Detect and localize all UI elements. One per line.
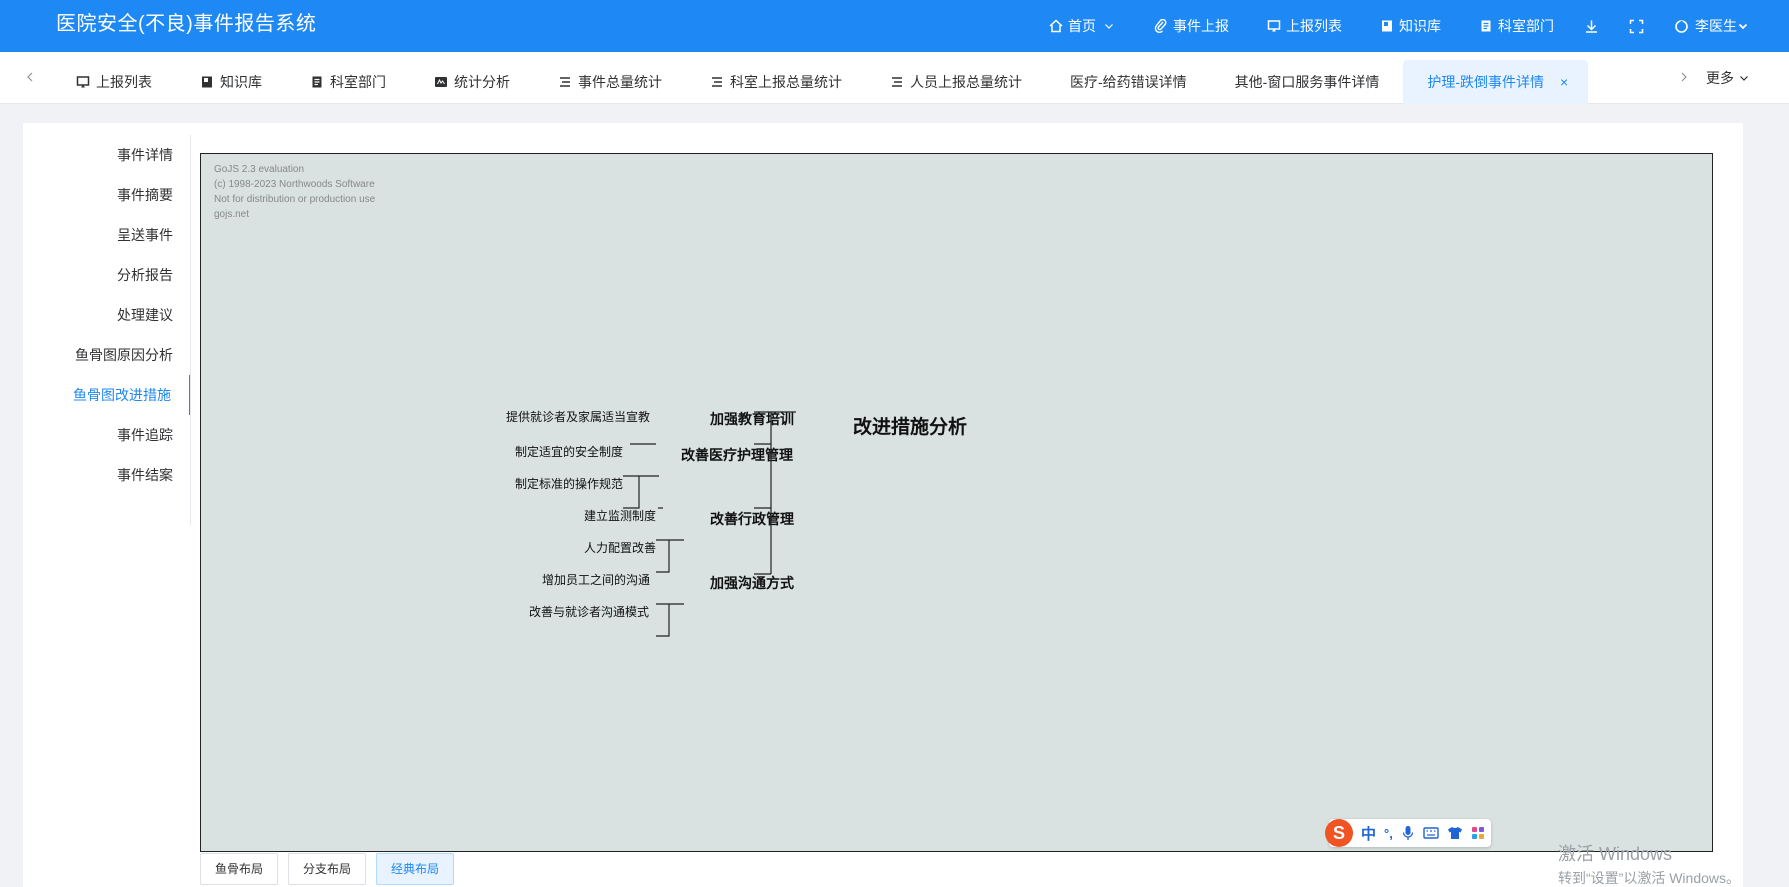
tab-medication-error[interactable]: 医疗-给药错误详情 xyxy=(1046,60,1211,104)
nav-knowledge[interactable]: 知识库 xyxy=(1380,16,1441,36)
sidebar-item-fishbone-cause[interactable]: 鱼骨图原因分析 xyxy=(23,335,191,375)
ime-language[interactable]: 中 xyxy=(1361,823,1376,844)
nav-home[interactable]: 首页 xyxy=(1049,16,1116,36)
nav-report-event-label: 事件上报 xyxy=(1173,18,1229,34)
nav-home-label: 首页 xyxy=(1068,18,1096,34)
branch-layout-button[interactable]: 分支布局 xyxy=(288,853,367,885)
sidebar-item-event-tracking[interactable]: 事件追踪 xyxy=(23,415,191,455)
windows-activation-watermark: 激活 Windows 转到“设置”以激活 Windows。 xyxy=(1558,844,1740,887)
nav-report-list[interactable]: 上报列表 xyxy=(1267,16,1342,36)
document-icon xyxy=(312,76,322,88)
tab-report-list[interactable]: 上报列表 xyxy=(52,60,176,104)
layout-buttons: 鱼骨布局 分支布局 经典布局 xyxy=(200,853,464,885)
user-menu[interactable]: 李医生 xyxy=(1674,16,1749,36)
tab-label: 护理-跌倒事件详情 xyxy=(1427,74,1545,90)
book-icon xyxy=(1382,20,1392,32)
ime-toolbar[interactable]: S 中 °, xyxy=(1325,819,1491,847)
tab-label: 科室部门 xyxy=(330,74,386,90)
paperclip-icon xyxy=(1154,19,1167,33)
app-title: 医院安全(不良)事件报告系统 xyxy=(56,13,317,35)
nav-report-list-label: 上报列表 xyxy=(1286,18,1342,34)
download-icon xyxy=(1586,20,1597,33)
tab-staff-total[interactable]: 人员上报总量统计 xyxy=(866,60,1046,104)
nav-report-event[interactable]: 事件上报 xyxy=(1154,16,1229,36)
document-icon xyxy=(1481,20,1491,32)
tab-fall-event[interactable]: 护理-跌倒事件详情 × xyxy=(1403,60,1589,104)
tabs-scroll-left[interactable] xyxy=(22,69,38,85)
tab-label: 人员上报总量统计 xyxy=(910,74,1022,90)
ime-punctuation[interactable]: °, xyxy=(1384,826,1393,841)
tab-knowledge[interactable]: 知识库 xyxy=(176,60,286,104)
list-icon xyxy=(712,77,722,87)
chart-icon xyxy=(435,77,447,87)
watermark-line: 转到“设置”以激活 Windows。 xyxy=(1558,870,1741,886)
tab-close-icon[interactable]: × xyxy=(1560,74,1568,90)
tab-statistics[interactable]: 统计分析 xyxy=(410,60,534,104)
tab-label: 上报列表 xyxy=(96,74,152,90)
chevron-left-icon xyxy=(27,72,33,82)
monitor-icon xyxy=(1267,20,1281,32)
apps-grid-icon[interactable] xyxy=(1471,826,1485,840)
fishbone-layout-button[interactable]: 鱼骨布局 xyxy=(200,853,279,885)
chevron-right-icon xyxy=(1681,72,1687,82)
chevron-down-icon xyxy=(1105,24,1113,29)
detail-sidebar: 事件详情 事件摘要 呈送事件 分析报告 处理建议 鱼骨图原因分析 鱼骨图改进措施… xyxy=(23,135,191,495)
tab-label: 其他-窗口服务事件详情 xyxy=(1234,74,1380,90)
tab-label: 知识库 xyxy=(220,74,262,90)
tab-department[interactable]: 科室部门 xyxy=(286,60,410,104)
nav-knowledge-label: 知识库 xyxy=(1399,18,1441,34)
tab-department-total[interactable]: 科室上报总量统计 xyxy=(686,60,866,104)
tab-label: 科室上报总量统计 xyxy=(730,74,842,90)
home-icon xyxy=(1049,19,1063,33)
tab-event-total[interactable]: 事件总量统计 xyxy=(534,60,686,104)
watermark-line: 激活 Windows xyxy=(1558,844,1673,864)
sidebar-item-event-detail[interactable]: 事件详情 xyxy=(23,135,191,175)
main-card: 事件详情 事件摘要 呈送事件 分析报告 处理建议 鱼骨图原因分析 鱼骨图改进措施… xyxy=(23,123,1743,887)
sidebar-item-submit-event[interactable]: 呈送事件 xyxy=(23,215,191,255)
list-icon xyxy=(560,77,570,87)
sidebar-item-event-summary[interactable]: 事件摘要 xyxy=(23,175,191,215)
sidebar-item-analysis-report[interactable]: 分析报告 xyxy=(23,255,191,295)
tab-label: 统计分析 xyxy=(454,74,510,90)
app-header: 医院安全(不良)事件报告系统 首页 事件上报 上报列表 知识库 科室部门 李医生 xyxy=(0,0,1789,52)
chevron-down-icon xyxy=(1738,23,1748,30)
tab-label: 事件总量统计 xyxy=(578,74,662,90)
tab-label: 医疗-给药错误详情 xyxy=(1070,74,1187,90)
microphone-icon[interactable] xyxy=(1401,825,1415,841)
tabs: 上报列表 知识库 科室部门 统计分析 事件总量统计 科室上报总量统计 人员上报总… xyxy=(52,52,1589,104)
tab-window-service[interactable]: 其他-窗口服务事件详情 xyxy=(1211,60,1404,104)
keyboard-icon[interactable] xyxy=(1423,826,1439,840)
sogou-logo-icon: S xyxy=(1325,819,1353,847)
fullscreen-button[interactable] xyxy=(1629,19,1644,34)
top-nav: 首页 事件上报 上报列表 知识库 科室部门 李医生 xyxy=(1011,0,1749,52)
sidebar-divider xyxy=(190,135,191,525)
nav-department[interactable]: 科室部门 xyxy=(1479,16,1554,36)
user-avatar-icon xyxy=(1675,19,1688,33)
chevron-down-icon xyxy=(1740,76,1748,81)
book-icon xyxy=(202,76,212,88)
sidebar-item-event-closure[interactable]: 事件结案 xyxy=(23,455,191,495)
fullscreen-icon xyxy=(1629,19,1644,33)
sidebar-item-handling-advice[interactable]: 处理建议 xyxy=(23,295,191,335)
diagram-canvas[interactable]: GoJS 2.3 evaluation (c) 1998-2023 Northw… xyxy=(200,153,1713,852)
tabs-bar: 上报列表 知识库 科室部门 统计分析 事件总量统计 科室上报总量统计 人员上报总… xyxy=(0,52,1789,104)
skin-shirt-icon[interactable] xyxy=(1447,826,1463,840)
more-label: 更多 xyxy=(1706,70,1734,86)
download-button[interactable] xyxy=(1584,19,1599,34)
tree-links-detail xyxy=(623,411,796,637)
tabs-scroll-right[interactable] xyxy=(1676,69,1692,85)
more-tabs-button[interactable]: 更多 xyxy=(1706,68,1750,88)
nav-department-label: 科室部门 xyxy=(1498,18,1554,34)
user-name: 李医生 xyxy=(1695,18,1737,34)
list-icon xyxy=(892,77,902,87)
sidebar-item-fishbone-improvement[interactable]: 鱼骨图改进措施 xyxy=(23,375,191,415)
classic-layout-button[interactable]: 经典布局 xyxy=(376,853,455,885)
monitor-icon xyxy=(76,76,90,88)
